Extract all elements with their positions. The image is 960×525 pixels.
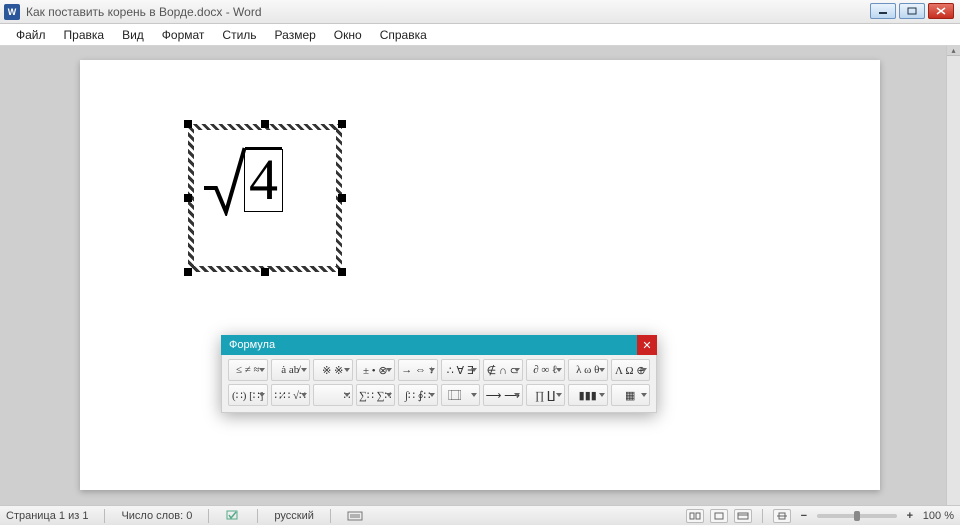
zoom-slider[interactable] [817, 514, 897, 518]
resize-handle-sw[interactable] [184, 268, 192, 276]
radical-icon [204, 146, 246, 216]
status-page[interactable]: Страница 1 из 1 [6, 510, 88, 522]
equation-content: 4 [204, 146, 283, 216]
menu-view[interactable]: Вид [114, 26, 152, 44]
template-integral[interactable]: ∫∷ ∮∷ [398, 384, 438, 406]
menu-size[interactable]: Размер [267, 26, 324, 44]
keyboard-icon[interactable] [347, 509, 363, 523]
symbols-dots[interactable]: ※ ※ [313, 359, 353, 381]
zoom-out[interactable]: − [797, 509, 811, 523]
symbols-greek-up[interactable]: Λ Ω ⊕ [611, 359, 651, 381]
zoom-in[interactable]: + [903, 509, 917, 523]
resize-handle-nw[interactable] [184, 120, 192, 128]
menu-edit[interactable]: Правка [56, 26, 113, 44]
spellcheck-icon[interactable] [225, 509, 241, 523]
menu-file[interactable]: Файл [8, 26, 54, 44]
formula-panel-body: ≤ ≠ ≈ ȧ ab̸ ※ ※ ± • ⊗ → ⇔ ↓ ∴ ∀ ∃ ∉ ∩ ⊂ … [221, 355, 657, 413]
menu-help[interactable]: Справка [372, 26, 435, 44]
menu-window[interactable]: Окно [326, 26, 370, 44]
symbols-accents[interactable]: ȧ ab̸ [271, 359, 311, 381]
window-controls [870, 3, 954, 19]
close-button[interactable] [928, 3, 954, 19]
resize-handle-e[interactable] [338, 194, 346, 202]
resize-handle-ne[interactable] [338, 120, 346, 128]
formula-panel-close[interactable]: ✕ [637, 335, 657, 355]
menu-format[interactable]: Формат [154, 26, 213, 44]
resize-handle-n[interactable] [261, 120, 269, 128]
symbols-logic[interactable]: ∴ ∀ ∃ [441, 359, 481, 381]
view-read[interactable] [686, 509, 704, 523]
formula-panel[interactable]: Формула ✕ ≤ ≠ ≈ ȧ ab̸ ※ ※ ± • ⊗ → ⇔ ↓ ∴ … [221, 335, 657, 413]
resize-handle-w[interactable] [184, 194, 192, 202]
menubar: Файл Правка Вид Формат Стиль Размер Окно… [0, 24, 960, 46]
view-print[interactable] [710, 509, 728, 523]
template-fraction-root[interactable]: ∷⁄∷ √∷ [271, 384, 311, 406]
workspace: 4 [0, 46, 960, 505]
equation-object[interactable]: 4 [188, 124, 342, 272]
template-overunder[interactable]: ⃞ ⃞ [441, 384, 481, 406]
formula-row-1: ≤ ≠ ≈ ȧ ab̸ ※ ※ ± • ⊗ → ⇔ ↓ ∴ ∀ ∃ ∉ ∩ ⊂ … [228, 359, 650, 381]
zoom-thumb[interactable] [854, 511, 860, 521]
statusbar: Страница 1 из 1 Число слов: 0 русский − … [0, 505, 960, 525]
minimize-button[interactable] [870, 3, 896, 19]
window-title: Как поставить корень в Ворде.docx - Word [26, 5, 262, 19]
template-grid[interactable]: ▦ [611, 384, 651, 406]
titlebar: W Как поставить корень в Ворде.docx - Wo… [0, 0, 960, 24]
menu-style[interactable]: Стиль [214, 26, 264, 44]
zoom-level[interactable]: 100 % [923, 510, 954, 522]
template-brackets[interactable]: (∷) [∷] [228, 384, 268, 406]
vertical-scrollbar[interactable] [946, 46, 960, 505]
formula-panel-header[interactable]: Формула ✕ [221, 335, 657, 355]
symbols-arrows[interactable]: → ⇔ ↓ [398, 359, 438, 381]
symbols-calculus[interactable]: ∂ ∞ ℓ [526, 359, 566, 381]
template-products[interactable]: ∏ ∐ [526, 384, 566, 406]
formula-row-2: (∷) [∷] ∷⁄∷ √∷ ∷⃞ ⃞∷ ∑∷ ∑∷ ∫∷ ∮∷ ⃞ ⃞ ⟶ ⟶… [228, 384, 650, 406]
app-icon: W [4, 4, 20, 20]
document-page[interactable]: 4 [80, 60, 880, 490]
symbols-relations[interactable]: ≤ ≠ ≈ [228, 359, 268, 381]
formula-panel-title: Формула [229, 339, 275, 351]
resize-handle-se[interactable] [338, 268, 346, 276]
template-subsup[interactable]: ∷⃞ ⃞∷ [313, 384, 353, 406]
symbols-sets[interactable]: ∉ ∩ ⊂ [483, 359, 523, 381]
template-sum[interactable]: ∑∷ ∑∷ [356, 384, 396, 406]
template-matrices[interactable]: ▮▮▮ [568, 384, 608, 406]
symbols-greek-low[interactable]: λ ω θ [568, 359, 608, 381]
status-language[interactable]: русский [274, 510, 313, 522]
template-arrows[interactable]: ⟶ ⟶ [483, 384, 523, 406]
radicand[interactable]: 4 [244, 149, 283, 212]
resize-handle-s[interactable] [261, 268, 269, 276]
view-web[interactable] [734, 509, 752, 523]
status-word-count[interactable]: Число слов: 0 [121, 510, 192, 522]
view-toggle[interactable] [773, 509, 791, 523]
maximize-button[interactable] [899, 3, 925, 19]
symbols-operators[interactable]: ± • ⊗ [356, 359, 396, 381]
